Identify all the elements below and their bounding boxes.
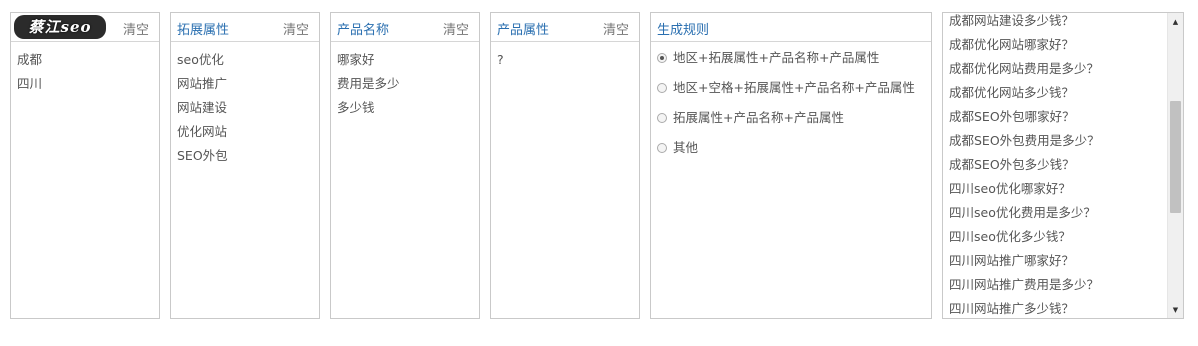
list-item: 多少钱 <box>337 100 375 115</box>
radio-unchecked-icon[interactable] <box>657 143 667 153</box>
extended-clear-button[interactable]: 清空 <box>283 19 309 38</box>
rules-panel-header: 生成规则 <box>651 13 931 42</box>
region-panel: 蔡江seo 清空 成都 四川 <box>10 12 160 319</box>
scroll-down-icon[interactable]: ▼ <box>1168 303 1183 317</box>
extended-panel-header: 拓展属性 清空 <box>171 13 319 42</box>
output-line: 四川seo优化多少钱？ <box>949 229 1071 244</box>
rule-option-label: 拓展属性+产品名称+产品属性 <box>673 110 844 125</box>
extended-list[interactable]: seo优化 网站推广 网站建设 优化网站 SEO外包 <box>171 42 319 168</box>
scrollbar-thumb[interactable] <box>1170 101 1181 213</box>
rules-panel: 生成规则 地区+拓展属性+产品名称+产品属性 地区+空格+拓展属性+产品名称+产… <box>650 12 932 319</box>
radio-checked-icon[interactable] <box>657 53 667 63</box>
output-line: 成都优化网站哪家好？ <box>949 37 1075 52</box>
product-name-panel-title: 产品名称 <box>337 23 390 38</box>
output-lines: 成都网站建设多少钱？ 成都优化网站哪家好？ 成都优化网站费用是多少？ 成都优化网… <box>949 13 1163 318</box>
output-textarea[interactable]: 成都网站建设多少钱？ 成都优化网站哪家好？ 成都优化网站费用是多少？ 成都优化网… <box>942 12 1184 319</box>
rule-option[interactable]: 地区+空格+拓展属性+产品名称+产品属性 <box>651 73 931 103</box>
rules-options: 地区+拓展属性+产品名称+产品属性 地区+空格+拓展属性+产品名称+产品属性 拓… <box>651 42 931 163</box>
product-attr-clear-button[interactable]: 清空 <box>603 19 629 38</box>
output-line: 四川seo优化费用是多少？ <box>949 205 1096 220</box>
product-attr-panel-title: 产品属性 <box>497 23 550 38</box>
output-line: 四川网站推广哪家好？ <box>949 253 1075 268</box>
rule-option[interactable]: 其他 <box>651 133 931 163</box>
rule-option[interactable]: 拓展属性+产品名称+产品属性 <box>651 103 931 133</box>
region-clear-button[interactable]: 清空 <box>123 19 149 38</box>
product-name-list[interactable]: 哪家好 费用是多少 多少钱 <box>331 42 479 120</box>
list-item: 四川 <box>17 76 43 91</box>
output-line: 成都优化网站费用是多少？ <box>949 61 1100 76</box>
radio-unchecked-icon[interactable] <box>657 113 667 123</box>
product-name-panel-header: 产品名称 清空 <box>331 13 479 42</box>
rules-panel-title: 生成规则 <box>657 23 710 38</box>
extended-panel: 拓展属性 清空 seo优化 网站推广 网站建设 优化网站 SEO外包 <box>170 12 320 319</box>
list-item: SEO外包 <box>177 148 228 163</box>
output-line: 成都SEO外包哪家好？ <box>949 109 1075 124</box>
rule-option-label: 地区+空格+拓展属性+产品名称+产品属性 <box>673 80 915 95</box>
output-line: 四川网站推广费用是多少？ <box>949 277 1100 292</box>
list-item: 优化网站 <box>177 124 228 139</box>
rule-option-label: 地区+拓展属性+产品名称+产品属性 <box>673 50 880 65</box>
product-attr-panel: 产品属性 清空 ? <box>490 12 640 319</box>
product-name-panel: 产品名称 清空 哪家好 费用是多少 多少钱 <box>330 12 480 319</box>
output-line: 四川网站推广多少钱？ <box>949 301 1075 316</box>
radio-unchecked-icon[interactable] <box>657 83 667 93</box>
list-item: ? <box>497 52 504 67</box>
rule-option[interactable]: 地区+拓展属性+产品名称+产品属性 <box>651 43 931 73</box>
product-attr-panel-header: 产品属性 清空 <box>491 13 639 42</box>
rule-option-label: 其他 <box>673 140 699 155</box>
list-item: 哪家好 <box>337 52 375 67</box>
scroll-up-icon[interactable]: ▲ <box>1168 15 1183 29</box>
output-line: 成都网站建设多少钱？ <box>949 13 1075 28</box>
extended-panel-title: 拓展属性 <box>177 23 230 38</box>
list-item: 网站建设 <box>177 100 228 115</box>
region-list[interactable]: 成都 四川 <box>11 42 159 96</box>
list-item: 网站推广 <box>177 76 228 91</box>
region-panel-header: 蔡江seo 清空 <box>11 13 159 42</box>
list-item: 成都 <box>17 52 43 67</box>
site-logo: 蔡江seo <box>14 15 106 39</box>
output-line: 四川seo优化哪家好？ <box>949 181 1071 196</box>
list-item: 费用是多少 <box>337 76 400 91</box>
product-attr-list[interactable]: ? <box>491 42 639 72</box>
output-line: 成都优化网站多少钱？ <box>949 85 1075 100</box>
vertical-scrollbar[interactable]: ▲ ▼ <box>1167 13 1183 318</box>
list-item: seo优化 <box>177 52 224 67</box>
product-name-clear-button[interactable]: 清空 <box>443 19 469 38</box>
output-line: 成都SEO外包费用是多少？ <box>949 133 1100 148</box>
output-line: 成都SEO外包多少钱？ <box>949 157 1075 172</box>
